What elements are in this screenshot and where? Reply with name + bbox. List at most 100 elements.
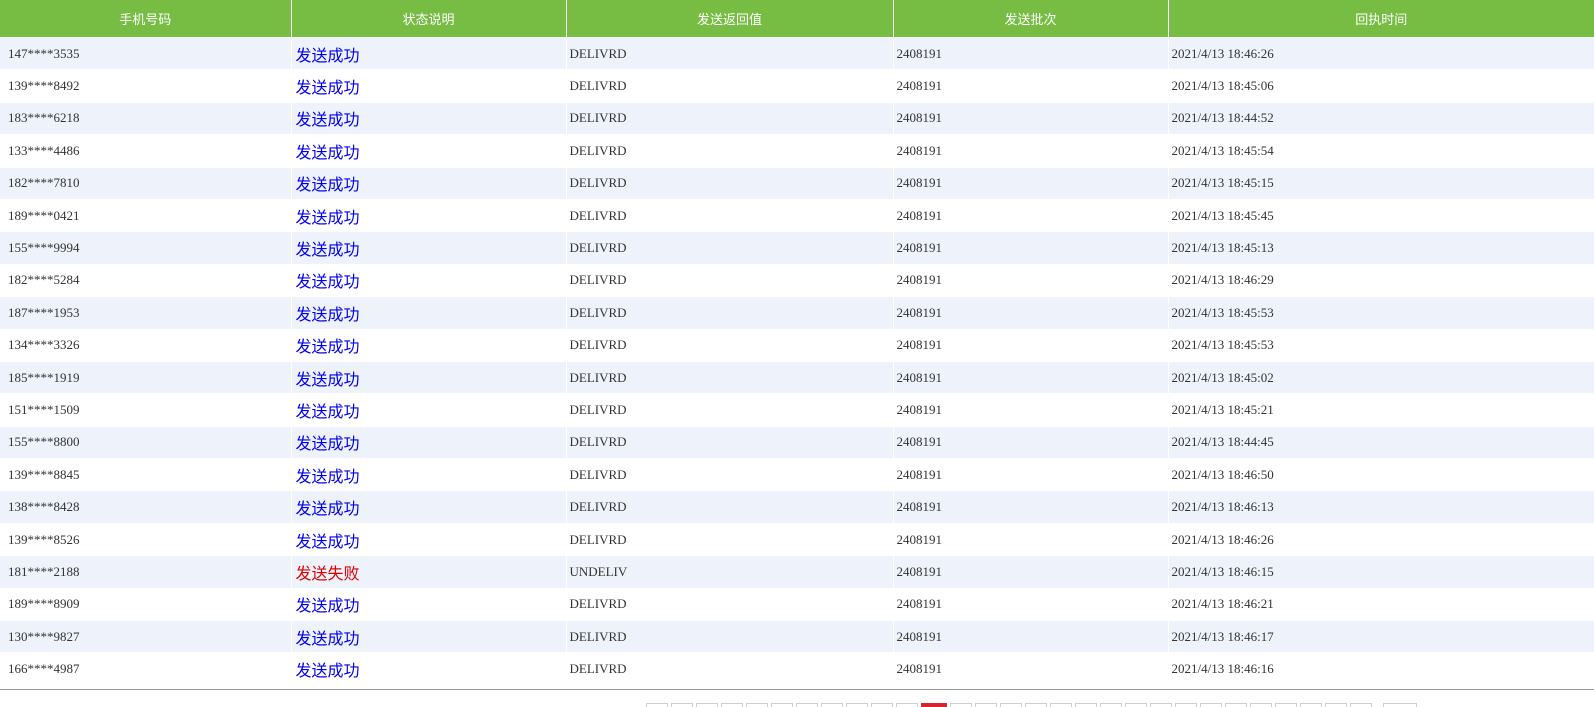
pager-page-button[interactable] bbox=[1250, 703, 1272, 707]
pager-page-current[interactable] bbox=[921, 703, 947, 707]
pager-page-button[interactable] bbox=[1000, 703, 1022, 707]
return-code-cell: DELIVRD bbox=[566, 587, 894, 622]
pager-page-button[interactable] bbox=[796, 703, 818, 707]
batch-cell: 2408191 bbox=[893, 425, 1169, 460]
pager-page-button[interactable] bbox=[1300, 703, 1322, 707]
status-cell: 发送成功 bbox=[291, 101, 567, 136]
pager-page-button[interactable] bbox=[896, 703, 918, 707]
status-cell: 发送成功 bbox=[291, 36, 567, 71]
receipt-time-cell: 2021/4/13 18:46:17 bbox=[1168, 620, 1594, 654]
status-cell: 发送成功 bbox=[291, 328, 567, 362]
pager-page-button[interactable] bbox=[646, 703, 668, 707]
pager-page-button[interactable] bbox=[950, 703, 972, 707]
batch-cell: 2408191 bbox=[893, 231, 1169, 265]
return-code-cell: DELIVRD bbox=[566, 134, 894, 168]
status-link[interactable]: 发送成功 bbox=[296, 143, 360, 162]
status-link[interactable]: 发送成功 bbox=[296, 305, 360, 324]
pager-page-button[interactable] bbox=[1050, 703, 1072, 707]
status-link[interactable]: 发送成功 bbox=[296, 208, 360, 227]
phone-cell: 182****7810 bbox=[0, 166, 292, 200]
pager-page-button[interactable] bbox=[696, 703, 718, 707]
status-link[interactable]: 发送成功 bbox=[296, 499, 360, 518]
pager-page-button[interactable] bbox=[746, 703, 768, 707]
status-link[interactable]: 发送成功 bbox=[296, 661, 360, 680]
status-link[interactable]: 发送成功 bbox=[296, 467, 360, 486]
batch-cell: 2408191 bbox=[893, 620, 1169, 654]
status-cell: 发送成功 bbox=[291, 69, 567, 103]
status-cell: 发送成功 bbox=[291, 458, 567, 492]
status-link[interactable]: 发送成功 bbox=[296, 434, 360, 453]
status-link[interactable]: 发送成功 bbox=[296, 370, 360, 389]
table-header-row: 手机号码 状态说明 发送返回值 发送批次 回执时间 bbox=[0, 0, 1594, 38]
batch-cell: 2408191 bbox=[893, 555, 1169, 589]
receipt-time-cell: 2021/4/13 18:46:15 bbox=[1168, 555, 1594, 589]
status-link[interactable]: 发送成功 bbox=[296, 110, 360, 129]
status-link[interactable]: 发送成功 bbox=[296, 402, 360, 421]
pager-jump-input[interactable] bbox=[1383, 703, 1417, 707]
pager-page-button[interactable] bbox=[1200, 703, 1222, 707]
pager-page-button[interactable] bbox=[846, 703, 868, 707]
pager-page-button[interactable] bbox=[821, 703, 843, 707]
table-row: 182****7810 发送成功 DELIVRD 2408191 2021/4/13 1… bbox=[0, 166, 1594, 200]
status-cell: 发送成功 bbox=[291, 231, 567, 265]
table-bottom-divider bbox=[0, 689, 1594, 690]
return-code-cell: DELIVRD bbox=[566, 198, 894, 233]
status-link[interactable]: 发送成功 bbox=[296, 337, 360, 356]
batch-cell: 2408191 bbox=[893, 36, 1169, 71]
status-link[interactable]: 发送成功 bbox=[296, 175, 360, 194]
return-code-cell: DELIVRD bbox=[566, 490, 894, 524]
pager-page-button[interactable] bbox=[721, 703, 743, 707]
status-link[interactable]: 发送成功 bbox=[296, 596, 360, 615]
pager-page-button[interactable] bbox=[1150, 703, 1172, 707]
return-code-cell: DELIVRD bbox=[566, 263, 894, 298]
table-row: 182****5284 发送成功 DELIVRD 2408191 2021/4/13 1… bbox=[0, 263, 1594, 298]
status-link[interactable]: 发送成功 bbox=[296, 272, 360, 291]
table-row: 185****1919 发送成功 DELIVRD 2408191 2021/4/13 1… bbox=[0, 360, 1594, 395]
pager-page-button[interactable] bbox=[1075, 703, 1097, 707]
pager-page-button[interactable] bbox=[1175, 703, 1197, 707]
table-row: 139****8526 发送成功 DELIVRD 2408191 2021/4/13 1… bbox=[0, 522, 1594, 557]
receipt-time-cell: 2021/4/13 18:45:06 bbox=[1168, 69, 1594, 103]
batch-cell: 2408191 bbox=[893, 198, 1169, 233]
batch-cell: 2408191 bbox=[893, 490, 1169, 524]
phone-cell: 138****8428 bbox=[0, 490, 292, 524]
pager-page-button[interactable] bbox=[1125, 703, 1147, 707]
status-cell: 发送成功 bbox=[291, 263, 567, 298]
batch-cell: 2408191 bbox=[893, 263, 1169, 298]
pager-page-button[interactable] bbox=[1350, 703, 1372, 707]
batch-cell: 2408191 bbox=[893, 458, 1169, 492]
pager-page-button[interactable] bbox=[1325, 703, 1347, 707]
phone-cell: 189****0421 bbox=[0, 198, 292, 233]
pager-page-button[interactable] bbox=[1100, 703, 1122, 707]
status-link[interactable]: 发送成功 bbox=[296, 532, 360, 551]
status-cell: 发送成功 bbox=[291, 522, 567, 557]
pagination bbox=[646, 703, 1420, 707]
pager-page-button[interactable] bbox=[871, 703, 893, 707]
receipt-time-cell: 2021/4/13 18:46:26 bbox=[1168, 522, 1594, 557]
phone-cell: 130****9827 bbox=[0, 620, 292, 654]
status-link[interactable]: 发送失败 bbox=[296, 564, 360, 583]
table-row: 187****1953 发送成功 DELIVRD 2408191 2021/4/13 1… bbox=[0, 296, 1594, 330]
status-cell: 发送成功 bbox=[291, 620, 567, 654]
status-link[interactable]: 发送成功 bbox=[296, 629, 360, 648]
return-code-cell: DELIVRD bbox=[566, 458, 894, 492]
pager-page-button[interactable] bbox=[771, 703, 793, 707]
pager-page-button[interactable] bbox=[1025, 703, 1047, 707]
status-link[interactable]: 发送成功 bbox=[296, 46, 360, 65]
phone-cell: 187****1953 bbox=[0, 296, 292, 330]
pager-page-button[interactable] bbox=[975, 703, 997, 707]
status-link[interactable]: 发送成功 bbox=[296, 240, 360, 259]
batch-cell: 2408191 bbox=[893, 328, 1169, 362]
pager-page-button[interactable] bbox=[1275, 703, 1297, 707]
return-code-cell: DELIVRD bbox=[566, 69, 894, 103]
phone-cell: 185****1919 bbox=[0, 360, 292, 395]
table-row: 189****0421 发送成功 DELIVRD 2408191 2021/4/13 1… bbox=[0, 198, 1594, 233]
return-code-cell: DELIVRD bbox=[566, 425, 894, 460]
pager-page-button[interactable] bbox=[1225, 703, 1247, 707]
receipt-table: 手机号码 状态说明 发送返回值 发送批次 回执时间 147****3535 发送成… bbox=[0, 0, 1594, 686]
pager-page-button[interactable] bbox=[671, 703, 693, 707]
receipt-time-cell: 2021/4/13 18:46:16 bbox=[1168, 652, 1594, 686]
status-cell: 发送成功 bbox=[291, 296, 567, 330]
status-link[interactable]: 发送成功 bbox=[296, 78, 360, 97]
header-status: 状态说明 bbox=[290, 0, 567, 38]
